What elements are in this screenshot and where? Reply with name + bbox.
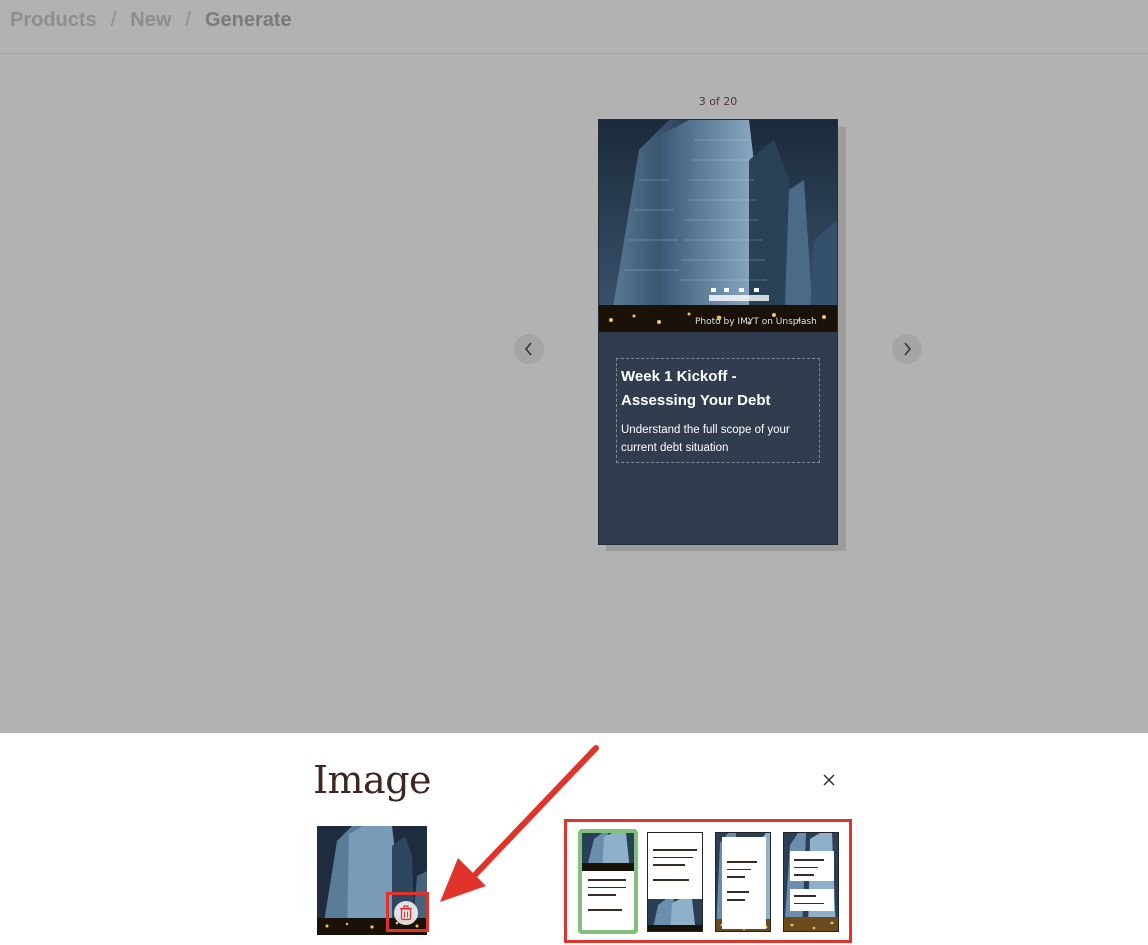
breadcrumb-products[interactable]: Products — [10, 9, 97, 32]
breadcrumb: Products / New / Generate — [10, 9, 292, 32]
layout-text-lines — [794, 895, 830, 910]
breadcrumb-new[interactable]: New — [130, 9, 171, 32]
layout-text-lines — [794, 859, 830, 882]
photo-credit[interactable]: Photo by IMYT on Unsplash — [695, 317, 817, 327]
page-backdrop: Products / New / Generate 3 of 20 Photo … — [0, 0, 1148, 733]
layout-preview-photo — [648, 899, 702, 931]
chevron-right-icon — [904, 342, 912, 356]
slide-text-box[interactable]: Week 1 Kickoff - Assessing Your Debt Und… — [616, 358, 820, 463]
layout-option-text-center[interactable] — [715, 832, 771, 932]
slide-counter: 3 of 20 — [698, 95, 738, 108]
breadcrumb-separator: / — [110, 9, 117, 31]
top-bar: Products / New / Generate — [0, 0, 1148, 54]
slide-title[interactable]: Week 1 Kickoff - Assessing Your Debt — [621, 365, 815, 413]
layout-option-text-top[interactable] — [647, 832, 703, 932]
slide-photo — [599, 120, 837, 332]
layout-option-image-top[interactable] — [578, 829, 638, 934]
slide-subtitle[interactable]: Understand the full scope of your curren… — [621, 421, 815, 457]
close-icon — [823, 774, 835, 786]
panel-title: Image — [313, 758, 432, 802]
previous-slide-button[interactable] — [514, 334, 544, 364]
breadcrumb-separator: / — [185, 9, 191, 31]
chevron-left-icon — [524, 342, 532, 356]
next-slide-button[interactable] — [892, 334, 922, 364]
layout-text-lines — [727, 861, 761, 907]
close-button[interactable] — [818, 769, 840, 791]
slide-card[interactable]: Photo by IMYT on Unsplash Week 1 Kickoff… — [598, 119, 838, 545]
layout-preview-photo — [784, 833, 838, 931]
layout-option-two-boxes[interactable] — [783, 832, 839, 932]
layout-text-lines — [588, 879, 628, 917]
breadcrumb-generate: Generate — [204, 9, 292, 31]
